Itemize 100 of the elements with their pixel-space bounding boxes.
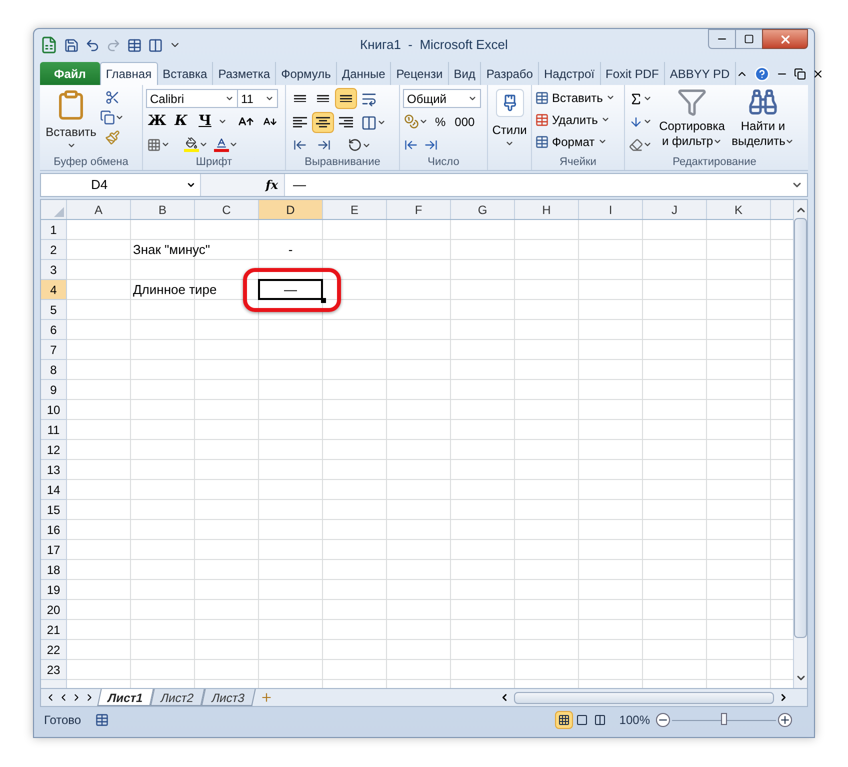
fill-handle[interactable]: [321, 298, 326, 303]
paste-button[interactable]: Вставить: [43, 87, 99, 154]
row-header[interactable]: 23: [41, 660, 67, 680]
copy-button[interactable]: [99, 109, 125, 126]
underline-button[interactable]: Ч: [194, 112, 216, 131]
row-header[interactable]: 1: [41, 220, 67, 240]
maximize-button[interactable]: [736, 29, 762, 49]
right-align-icon: [339, 117, 353, 128]
column-header[interactable]: G: [451, 200, 515, 219]
caret-icon: [598, 137, 607, 146]
row-header[interactable]: 10: [41, 400, 67, 420]
row-header[interactable]: 7: [41, 340, 67, 360]
row-header[interactable]: 16: [41, 520, 67, 540]
help-icon[interactable]: [754, 66, 770, 82]
column-header[interactable]: J: [643, 200, 707, 219]
sheet-tab[interactable]: Лист2: [150, 689, 205, 706]
row-header[interactable]: 19: [41, 580, 67, 600]
caret-icon: [643, 140, 652, 149]
excel-logo-icon: [40, 36, 58, 54]
row-header[interactable]: 8: [41, 360, 67, 380]
row-header[interactable]: 14: [41, 480, 67, 500]
fill-color-button[interactable]: [183, 135, 209, 154]
caret-icon: [199, 140, 208, 149]
row-header[interactable]: 15: [41, 500, 67, 520]
caret-icon: [218, 117, 227, 126]
column-header[interactable]: F: [387, 200, 451, 219]
row-header[interactable]: 13: [41, 460, 67, 480]
row-header[interactable]: 6: [41, 320, 67, 340]
zoom-in-icon[interactable]: [778, 713, 792, 727]
caret-icon: [606, 93, 615, 102]
borders-icon: [147, 138, 161, 152]
find-select-button[interactable]: Найти и выделить: [731, 87, 795, 154]
binoculars-icon: [748, 87, 778, 117]
zoom-out-icon[interactable]: [656, 713, 670, 727]
close-icon: [778, 32, 792, 46]
row-header[interactable]: 5: [41, 300, 67, 320]
font-size-field[interactable]: 11: [238, 89, 278, 108]
column-header[interactable]: D: [259, 200, 323, 219]
view-button[interactable]: [555, 711, 574, 729]
font-name-field[interactable]: Calibri: [146, 89, 238, 108]
column-header[interactable]: E: [323, 200, 387, 219]
font-color-icon: [214, 137, 229, 152]
row-header[interactable]: 9: [41, 380, 67, 400]
scrollbar-thumb[interactable]: [514, 692, 774, 704]
slider-thumb[interactable]: [720, 713, 727, 725]
page-break-icon: [594, 714, 606, 726]
ribbon-tab[interactable]: Главная: [100, 62, 158, 85]
insert-cells-button[interactable]: Вставить: [535, 88, 615, 107]
column-header[interactable]: B: [131, 200, 195, 219]
undo-icon[interactable]: [85, 38, 100, 52]
close-button[interactable]: [762, 29, 808, 49]
italic-button[interactable]: К: [170, 112, 192, 131]
zoom-slider[interactable]: [672, 713, 776, 727]
save-icon[interactable]: [64, 38, 79, 52]
sort-filter-button[interactable]: Сортировка и фильтр: [657, 87, 727, 154]
bold-button[interactable]: Ж: [146, 112, 168, 131]
column-header[interactable]: K: [707, 200, 771, 219]
thousands-button[interactable]: 000: [452, 112, 478, 131]
row-header[interactable]: 20: [41, 600, 67, 620]
increase-indent-icon: [317, 138, 331, 152]
caret-icon: [115, 113, 124, 122]
scissors-icon: [104, 90, 120, 105]
funnel-icon: [677, 87, 707, 117]
row-header[interactable]: 11: [41, 420, 67, 440]
column-header[interactable]: A: [67, 200, 131, 219]
currency-button[interactable]: [403, 112, 429, 131]
row-header[interactable]: 2: [41, 240, 67, 260]
align-button[interactable]: [312, 112, 334, 133]
close-icon[interactable]: [812, 68, 824, 80]
delete-cells-button[interactable]: Удалить: [535, 110, 615, 129]
row-header[interactable]: 18: [41, 560, 67, 580]
sheet-tab[interactable]: Лист3: [200, 689, 256, 706]
new-sheet-icon[interactable]: [260, 691, 273, 704]
number-format-field[interactable]: Общий: [403, 89, 481, 108]
coins-icon: [404, 114, 419, 129]
caret-icon: [785, 137, 794, 146]
row-header[interactable]: 4: [41, 280, 67, 300]
decrease-indent-icon: [293, 138, 307, 152]
sheet-tab[interactable]: Лист1: [97, 689, 154, 706]
row-header[interactable]: 22: [41, 640, 67, 660]
caret-icon: [643, 94, 652, 103]
group-label: Буфер обмена: [54, 154, 128, 170]
vertical-scrollbar[interactable]: [793, 200, 807, 688]
normal-view-icon: [558, 714, 570, 726]
file-tab[interactable]: Файл: [40, 62, 100, 85]
window-title: Книга1 - Microsoft Excel: [360, 36, 508, 54]
fill-color-icon: [184, 137, 199, 152]
row-header[interactable]: 12: [41, 440, 67, 460]
align-button[interactable]: [335, 88, 357, 109]
row-header[interactable]: 21: [41, 620, 67, 640]
column-header[interactable]: H: [515, 200, 579, 219]
column-header[interactable]: I: [579, 200, 643, 219]
row-header[interactable]: 17: [41, 540, 67, 560]
scrollbar-thumb[interactable]: [794, 218, 807, 638]
format-cells-button[interactable]: Формат: [535, 132, 615, 151]
percent-button[interactable]: %: [432, 112, 449, 131]
orientation-button[interactable]: [347, 136, 372, 154]
row-header[interactable]: 3: [41, 260, 67, 280]
styles-button[interactable]: Стили: [491, 87, 528, 154]
restore-icon[interactable]: [794, 68, 806, 80]
